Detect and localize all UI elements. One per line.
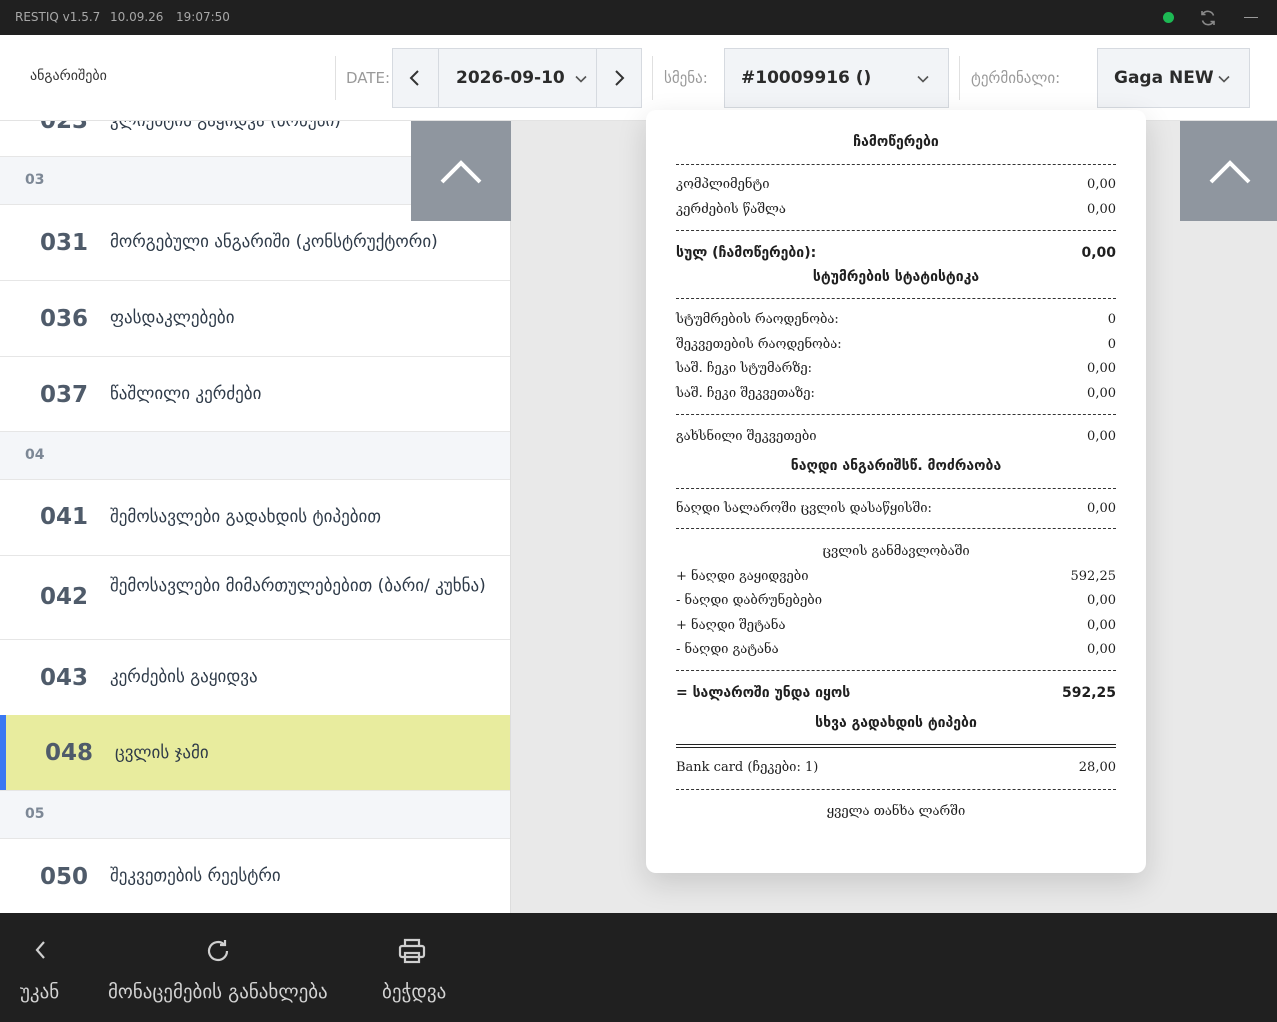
divider [676, 789, 1116, 790]
report-code: 037 [40, 382, 89, 408]
divider [676, 230, 1116, 231]
preview-scroll-up-button[interactable] [1180, 121, 1277, 221]
back-icon [33, 937, 47, 967]
report-code: 050 [40, 864, 89, 890]
date-picker: 2026-09-10 [392, 48, 642, 108]
group-header: 05 [0, 791, 510, 839]
list-scroll-up-button[interactable] [411, 121, 511, 221]
report-name: კერძების გაყიდვა [110, 667, 258, 687]
report-code: 043 [40, 665, 89, 691]
header: ანგარიშები DATE: 2026-09-10 სმენა: #1000… [0, 35, 1277, 121]
list-item-selected[interactable]: 048 ცვლის ჯამი [0, 715, 510, 791]
sync-icon[interactable] [1198, 8, 1218, 28]
terminal-value: Gaga NEW [1114, 68, 1214, 88]
report-name: შემოსავლები გადახდის ტიპებით [110, 507, 381, 527]
chevron-down-icon[interactable] [574, 71, 588, 90]
prev-date-button[interactable] [393, 49, 439, 107]
date-value[interactable]: 2026-09-10 [456, 68, 565, 88]
shift-select[interactable]: #10009916 () [724, 48, 949, 108]
next-date-button[interactable] [596, 49, 642, 107]
selection-indicator [0, 715, 6, 790]
divider [959, 56, 960, 100]
titlebar-date: 10.09.26 [110, 10, 164, 24]
refresh-label: მონაცემების განახლება [108, 981, 328, 1003]
print-label: ბეჭდვა [382, 981, 447, 1003]
shift-label: სმენა: [664, 69, 708, 87]
report-code: 042 [40, 584, 89, 610]
report-name: შეკვეთების რეესტრი [110, 866, 281, 886]
chevron-up-icon [1209, 160, 1251, 184]
section-title: ნაღდი ანგარიშსწ. მოძრაობა [790, 458, 1002, 474]
receipt-footer: ყველა თანხა ლარში [826, 804, 966, 819]
divider [676, 528, 1116, 529]
refresh-data-button[interactable]: მონაცემების განახლება [106, 913, 346, 1022]
list-item[interactable]: 042 შემოსავლები მიმართულებებით (ბარი/ კუ… [0, 556, 510, 640]
report-preview: ჩამოწერები კომპლიმენტი 0,00 კერძების წაშლ… [646, 110, 1146, 873]
titlebar-time: 19:07:50 [176, 10, 230, 24]
report-code: 023 [40, 121, 89, 134]
divider [676, 164, 1116, 165]
report-name: ფასდაკლებები [110, 308, 235, 328]
divider [676, 414, 1116, 415]
list-item[interactable]: 041 შემოსავლები გადახდის ტიპებით [0, 480, 510, 556]
back-button[interactable]: უკან [15, 913, 75, 1022]
divider [335, 56, 336, 100]
report-code: 031 [40, 230, 89, 256]
section-title: სხვა გადახდის ტიპები [815, 715, 977, 731]
report-name: შემოსავლები მიმართულებებით (ბარი/ კუხნა) [110, 576, 486, 596]
report-name: წაშლილი კერძები [110, 384, 262, 404]
bottom-toolbar: უკან მონაცემების განახლება ბეჭდვა [0, 913, 1277, 1022]
date-label: DATE: [346, 69, 391, 87]
receipt-subheading: ცვლის განმავლობაში [822, 544, 970, 559]
section-title: ჩამოწერები [853, 134, 939, 150]
terminal-select[interactable]: Gaga NEW [1097, 48, 1250, 108]
printer-icon [397, 937, 427, 969]
report-name: ცვლის ჯამი [115, 743, 209, 763]
list-item[interactable]: 043 კერძების გაყიდვა [0, 640, 510, 716]
chevron-down-icon [1217, 71, 1231, 90]
divider [676, 298, 1116, 299]
report-code: 048 [45, 740, 94, 766]
terminal-label: ტერმინალი: [971, 69, 1061, 87]
report-list: 023 კლიენტის გაყიდვა (ბონუსი) 03 031 მორ… [0, 121, 511, 913]
list-item[interactable]: 036 ფასდაკლებები [0, 281, 510, 357]
minimize-button[interactable] [1244, 17, 1258, 18]
connection-status-icon [1163, 12, 1174, 23]
section-title: სტუმრების სტატისტიკა [812, 269, 980, 285]
report-code: 036 [40, 306, 89, 332]
back-label: უკან [20, 981, 60, 1003]
divider [652, 56, 653, 100]
group-header: 04 [0, 432, 510, 480]
report-name: მორგებული ანგარიში (კონსტრუქტორი) [110, 232, 438, 252]
chevron-up-icon [440, 160, 482, 184]
divider [676, 670, 1116, 671]
divider [676, 488, 1116, 489]
list-item[interactable]: 050 შეკვეთების რეესტრი [0, 839, 510, 913]
report-name: კლიენტის გაყიდვა (ბონუსი) [110, 121, 341, 131]
title-bar: RESTIQ v1.5.7 10.09.26 19:07:50 [0, 0, 1277, 35]
refresh-icon [204, 937, 232, 969]
list-item[interactable]: 037 წაშლილი კერძები [0, 357, 510, 432]
print-button[interactable]: ბეჭდვა [380, 913, 460, 1022]
page-title: ანგარიშები [30, 68, 107, 84]
chevron-down-icon [916, 71, 930, 90]
divider [676, 744, 1116, 748]
app-version: RESTIQ v1.5.7 [15, 10, 101, 24]
report-code: 041 [40, 504, 89, 530]
shift-value: #10009916 () [741, 68, 872, 88]
